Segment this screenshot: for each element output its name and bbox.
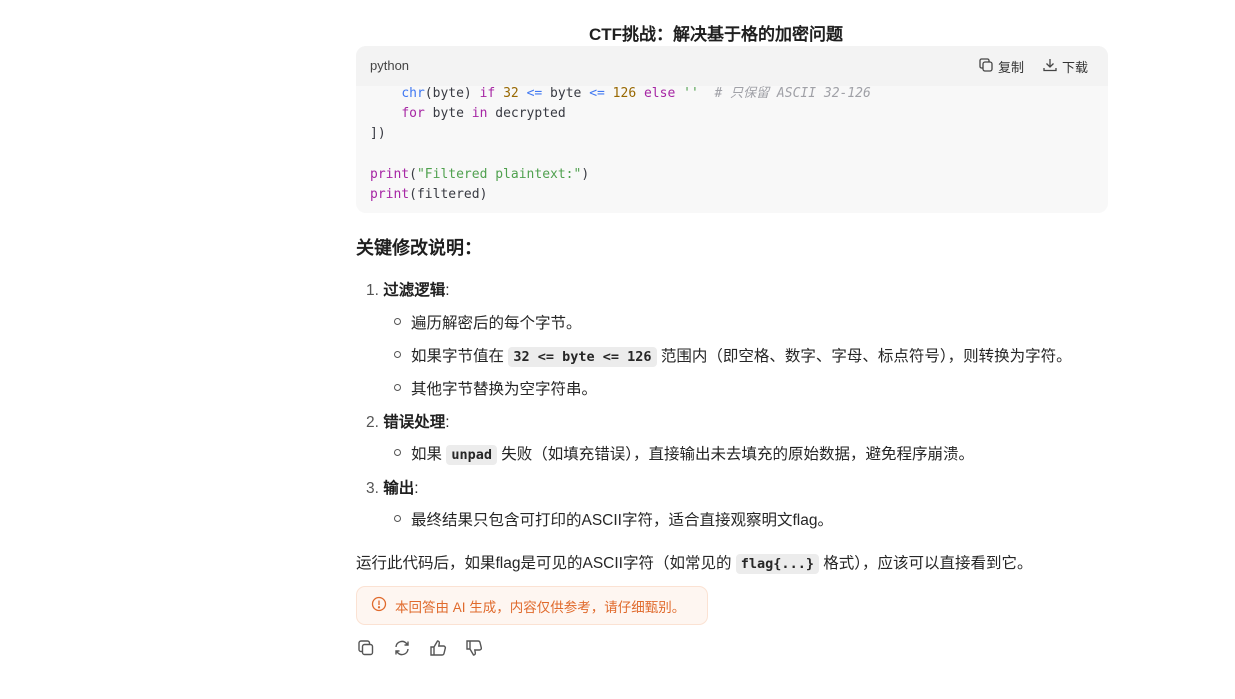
code-line: print(filtered) <box>370 187 488 203</box>
code-line: for byte in decrypted <box>401 106 566 122</box>
code-content: chr(byte) if 32 <= byte <= 126 else '' #… <box>370 84 871 205</box>
code-language: python <box>370 58 410 73</box>
download-code-button[interactable]: 下载 <box>1042 56 1088 76</box>
like-button[interactable] <box>428 638 448 658</box>
message-actions <box>356 638 484 658</box>
code-header: python 复制 下载 <box>356 46 1108 86</box>
thumbs-up-icon <box>428 640 448 662</box>
thumbs-down-icon <box>464 640 484 662</box>
list-sub-item: 最终结果只包含可打印的ASCII字符，适合直接观察明文flag。 <box>411 512 833 529</box>
list-item: 2. 错误处理: <box>366 414 450 431</box>
list-item: 1. 过滤逻辑: <box>366 282 450 299</box>
code-line: ]) <box>370 126 386 142</box>
page-title: CTF挑战：解决基于格的加密问题 <box>588 25 844 44</box>
section-heading: 关键修改说明： <box>356 238 482 258</box>
copy-label: 复制 <box>998 59 1025 75</box>
list-item: 3. 输出: <box>366 480 419 497</box>
code-line: print("Filtered plaintext:") <box>370 166 590 182</box>
copy-answer-button[interactable] <box>356 638 376 658</box>
bullet-marker <box>394 515 401 522</box>
bullet-marker <box>394 384 401 391</box>
list-sub-item: 如果 unpad 失败（如填充错误），直接输出未去填充的原始数据，避免程序崩溃。 <box>411 445 975 465</box>
regenerate-button[interactable] <box>392 638 412 658</box>
copy-icon <box>356 640 376 662</box>
download-label: 下载 <box>1062 59 1089 75</box>
list-sub-item: 如果字节值在 32 <= byte <= 126 范围内（即空格、数字、字母、标… <box>411 347 1072 367</box>
bullet-marker <box>394 449 401 456</box>
code-block: python 复制 下载 chr(byte) if 32 <= byte <= … <box>356 46 1108 213</box>
copy-code-button[interactable]: 复制 <box>978 56 1024 76</box>
bullet-marker <box>394 318 401 325</box>
list-sub-item: 遍历解密后的每个字节。 <box>411 315 582 332</box>
inline-code: flag{...} <box>735 554 819 574</box>
code-line: chr(byte) if 32 <= byte <= 126 else '' #… <box>401 86 871 101</box>
ai-notice: 本回答由 AI 生成，内容仅供参考，请仔细甄别。 <box>356 586 708 625</box>
inline-code: unpad <box>446 445 497 465</box>
notice-text: 本回答由 AI 生成，内容仅供参考，请仔细甄别。 <box>395 599 686 615</box>
list-sub-item: 其他字节替换为空字符串。 <box>411 381 598 398</box>
bullet-marker <box>394 351 401 358</box>
summary-paragraph: 运行此代码后，如果flag是可见的ASCII字符（如常见的 flag{...} … <box>356 554 1033 574</box>
refresh-icon <box>392 640 412 662</box>
inline-code: 32 <= byte <= 126 <box>508 347 657 367</box>
dislike-button[interactable] <box>464 638 484 658</box>
info-icon <box>371 596 387 615</box>
copy-icon <box>978 57 994 76</box>
download-icon <box>1042 57 1058 76</box>
